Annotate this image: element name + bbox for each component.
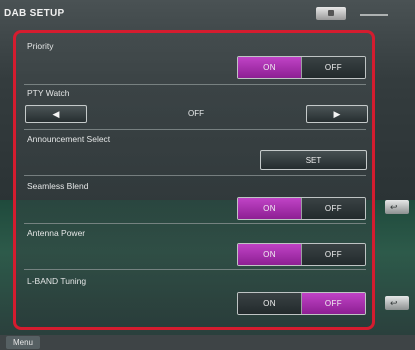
priority-toggle[interactable]: ON OFF: [237, 56, 366, 79]
screen-title: DAB SETUP: [4, 8, 65, 19]
l-band-tuning-off-option[interactable]: OFF: [301, 293, 365, 314]
divider: [24, 84, 366, 85]
antenna-power-off-option[interactable]: OFF: [301, 244, 365, 265]
antenna-power-label: Antenna Power: [27, 228, 86, 238]
seamless-blend-on-option[interactable]: ON: [238, 198, 301, 219]
divider: [24, 129, 366, 130]
side-back-button[interactable]: ↩: [385, 200, 409, 214]
top-back-button[interactable]: [316, 7, 346, 20]
return-arrow-icon: ↩: [390, 202, 398, 212]
seamless-blend-label: Seamless Blend: [27, 181, 89, 191]
pty-watch-left-button[interactable]: ◀: [25, 105, 87, 123]
right-arrow-icon: ▶: [333, 108, 341, 119]
l-band-tuning-toggle[interactable]: ON OFF: [237, 292, 366, 315]
divider: [24, 223, 366, 224]
divider: [24, 269, 366, 270]
divider: [24, 175, 366, 176]
l-band-tuning-label: L-BAND Tuning: [27, 276, 87, 286]
seamless-blend-off-option[interactable]: OFF: [301, 198, 365, 219]
announcement-set-button[interactable]: SET: [260, 150, 367, 170]
side-back-button[interactable]: ↩: [385, 296, 409, 310]
pty-watch-right-button[interactable]: ▶: [306, 105, 368, 123]
bottom-bar: [0, 335, 415, 350]
announcement-select-label: Announcement Select: [27, 134, 111, 144]
pty-watch-label: PTY Watch: [27, 88, 70, 98]
menu-button[interactable]: Menu: [6, 336, 40, 349]
return-arrow-icon: ↩: [390, 298, 398, 308]
top-indicator-line: [360, 14, 388, 16]
priority-off-option[interactable]: OFF: [301, 57, 365, 78]
l-band-tuning-on-option[interactable]: ON: [238, 293, 301, 314]
priority-on-option[interactable]: ON: [238, 57, 301, 78]
pty-watch-value: OFF: [188, 109, 204, 118]
antenna-power-on-option[interactable]: ON: [238, 244, 301, 265]
antenna-power-toggle[interactable]: ON OFF: [237, 243, 366, 266]
priority-label: Priority: [27, 41, 54, 51]
seamless-blend-toggle[interactable]: ON OFF: [237, 197, 366, 220]
left-arrow-icon: ◀: [52, 108, 60, 119]
settings-panel: Priority ON OFF PTY Watch ◀ OFF ▶ Announ…: [13, 30, 375, 330]
